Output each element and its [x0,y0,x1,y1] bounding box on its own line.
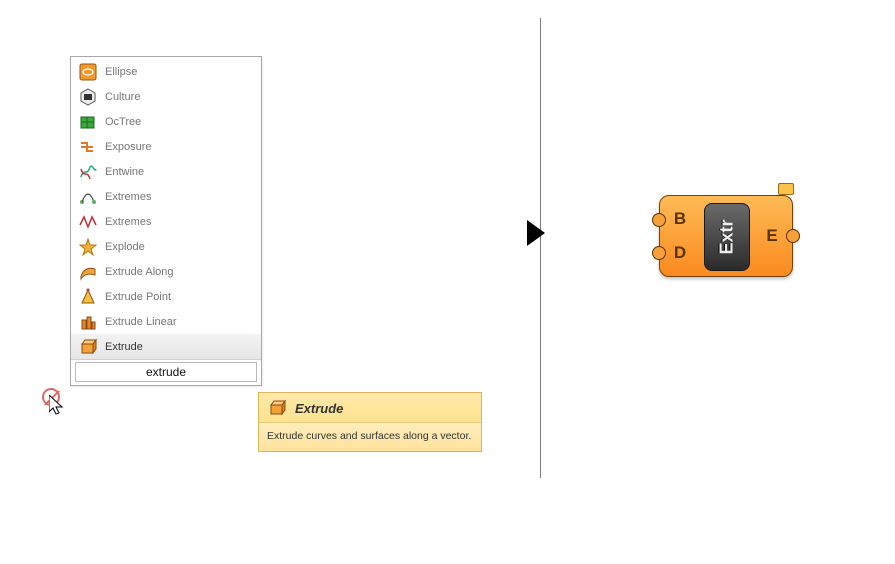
cursor-cancel [42,388,74,420]
extrude-icon [77,336,99,358]
component-search-popup: Ellipse Culture OcTree Exposure Entwine [70,56,262,386]
node-warning-tag [778,183,794,195]
list-item[interactable]: Extremes [71,209,261,234]
list-item-label: Extrude Linear [105,316,177,328]
list-item[interactable]: Ellipse [71,59,261,84]
extrude-component-node[interactable]: B D Extr E [659,195,793,277]
list-item[interactable]: Exposure [71,134,261,159]
list-item[interactable]: Extremes [71,184,261,209]
vertical-divider [540,18,541,478]
extrude-along-icon [77,261,99,283]
list-item[interactable]: Culture [71,84,261,109]
list-item-label: Ellipse [105,66,137,78]
list-item-label: Extrude Along [105,266,174,278]
list-item[interactable]: Explode [71,234,261,259]
search-input[interactable] [75,362,257,382]
list-item[interactable]: Extrude Linear [71,309,261,334]
list-item-label: Exposure [105,141,151,153]
cursor-icon [49,395,69,419]
extrude-icon [267,398,287,418]
list-item-selected[interactable]: Extrude [71,334,261,359]
extrude-linear-icon [77,311,99,333]
component-tooltip: Extrude Extrude curves and surfaces alon… [258,392,482,452]
output-label: E [766,226,777,246]
extremes-curve-icon [77,186,99,208]
output-grip[interactable] [786,229,800,243]
list-item[interactable]: Extrude Along [71,259,261,284]
tooltip-title: Extrude [295,401,343,416]
ellipse-icon [77,61,99,83]
exposure-icon [77,136,99,158]
explode-icon [77,236,99,258]
list-item-label: OcTree [105,116,141,128]
list-item[interactable]: OcTree [71,109,261,134]
list-item-label: Extremes [105,216,151,228]
search-row [71,359,261,385]
node-inputs: B D [664,196,696,276]
extremes-zigzag-icon [77,211,99,233]
component-search-list: Ellipse Culture OcTree Exposure Entwine [71,57,261,359]
list-item[interactable]: Entwine [71,159,261,184]
list-item[interactable]: Extrude Point [71,284,261,309]
node-label: Extr [717,219,738,254]
list-item-label: Culture [105,91,140,103]
list-item-label: Extrude Point [105,291,171,303]
hex-icon [77,86,99,108]
tooltip-header: Extrude [259,393,481,423]
input-label: D [674,243,686,263]
list-item-label: Explode [105,241,145,253]
extrude-point-icon [77,286,99,308]
list-item-label: Entwine [105,166,144,178]
tooltip-body: Extrude curves and surfaces along a vect… [259,423,481,451]
node-outputs: E [756,196,788,276]
input-label: B [674,209,686,229]
list-item-label: Extrude [105,341,143,353]
entwine-icon [77,161,99,183]
list-item-label: Extremes [105,191,151,203]
arrow-right-icon [527,220,545,246]
octree-icon [77,111,99,133]
node-body[interactable]: Extr [704,203,750,271]
